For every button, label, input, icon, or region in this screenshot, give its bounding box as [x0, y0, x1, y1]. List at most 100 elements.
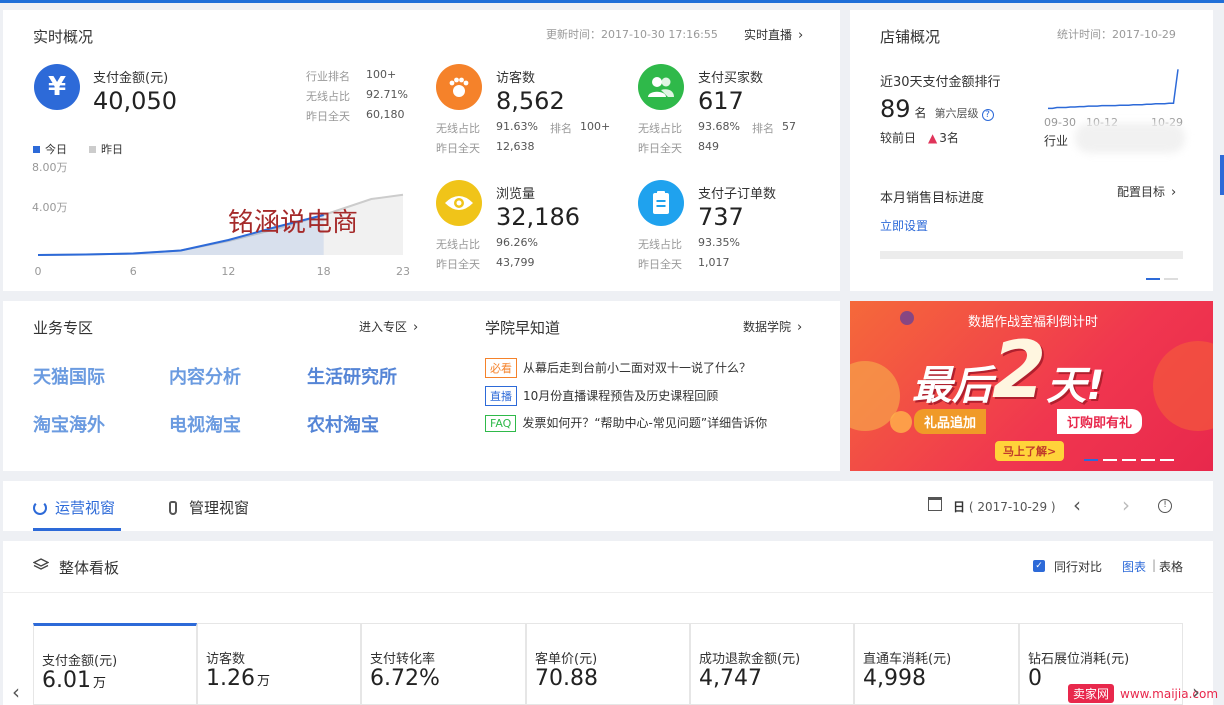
- top-accent-line: [0, 0, 1224, 3]
- carousel-indicator[interactable]: [1164, 278, 1178, 280]
- biz-tmall-global[interactable]: 天猫国际: [33, 363, 105, 389]
- info-icon[interactable]: !: [1158, 499, 1172, 513]
- kpi-prev-button[interactable]: ‹: [12, 680, 20, 704]
- kpi-label: 直通车消耗(元): [863, 652, 952, 667]
- pay-amount-value: 40,050: [93, 87, 177, 115]
- banner-bubble: [900, 311, 914, 325]
- kpi-card-conversion[interactable]: 支付转化率 6.72%: [361, 623, 526, 705]
- kpi-card-avg-price[interactable]: 客单价(元) 70.88: [526, 623, 690, 705]
- carousel-indicator[interactable]: [1146, 278, 1160, 280]
- kpi-card-refund[interactable]: 成功退款金额(元) 4,747: [690, 623, 854, 705]
- biz-life-institute[interactable]: 生活研究所: [307, 363, 397, 389]
- academy-title: 学院早知道: [485, 319, 561, 337]
- realtime-title: 实时概况: [33, 28, 94, 46]
- tab-active-underline: [33, 528, 121, 531]
- kpi-value: 6.72%: [370, 666, 440, 691]
- visitors-rank-value: 100+: [580, 120, 611, 133]
- realtime-card: 实时概况 更新时间：2017-10-30 17:16:55 实时直播 › ¥ 支付…: [3, 10, 840, 291]
- pageviews-yesterday-label: 昨日全天: [436, 258, 480, 271]
- tab-management[interactable]: 管理视窗: [169, 497, 249, 518]
- date-selector[interactable]: 日 ( 2017-10-29 ): [953, 498, 1056, 515]
- legend-today[interactable]: 今日: [33, 141, 67, 157]
- banner-bubble: [1153, 341, 1213, 431]
- kpi-card-ztc[interactable]: 直通车消耗(元) 4,998: [854, 623, 1019, 705]
- live-link[interactable]: 实时直播 ›: [744, 26, 803, 43]
- banner-cta-button[interactable]: 马上了解>: [995, 441, 1065, 461]
- kpi-next-button[interactable]: ›: [1192, 680, 1200, 704]
- view-chart-link[interactable]: 图表: [1122, 558, 1146, 575]
- peer-compare-label: 同行对比: [1054, 560, 1103, 574]
- kpi-card-visitors[interactable]: 访客数 1.26 万: [197, 623, 361, 705]
- shop-trend-chart: [1048, 69, 1179, 110]
- carousel-dot: [1160, 459, 1174, 461]
- suborders-wireless-value: 93.35%: [698, 236, 740, 249]
- banner-dots: [1084, 459, 1174, 461]
- yuan-icon: ¥: [34, 64, 80, 110]
- suborders-yesterday-value: 1,017: [698, 256, 730, 269]
- kpi-value: 4,998: [863, 666, 926, 691]
- y-tick-label: 4.00万: [32, 201, 68, 214]
- pageviews-wireless-label: 无线占比: [436, 238, 480, 251]
- setup-now-link[interactable]: 立即设置: [880, 217, 928, 234]
- promo-banner[interactable]: 数据作战室福利倒计时 最后 2 天! 礼品追加 订购即有礼 马上了解>: [850, 301, 1213, 471]
- carousel-dot: [1141, 459, 1155, 461]
- dashboard-title: 整体看板: [59, 559, 120, 577]
- layers-icon: [32, 558, 50, 572]
- calendar-icon[interactable]: [928, 497, 942, 511]
- buyers-wireless-label: 无线占比: [638, 122, 682, 135]
- x-tick-label: 18: [317, 265, 331, 278]
- pay-rank-label: 行业排名: [306, 70, 350, 83]
- kpi-value: 4,747: [699, 666, 762, 691]
- peer-compare-checkbox[interactable]: ✓: [1033, 560, 1045, 572]
- config-goal-link[interactable]: 配置目标 ›: [1117, 183, 1176, 200]
- view-tabs-bar: 运营视窗 管理视窗 日 ( 2017-10-29 ) ‹ › !: [3, 481, 1213, 531]
- legend-yesterday[interactable]: 昨日: [89, 141, 123, 157]
- business-card: 业务专区 进入专区 › 天猫国际 内容分析 生活研究所 淘宝海外 电视淘宝 农村淘…: [3, 301, 840, 471]
- buyers-value: 617: [698, 87, 744, 115]
- banner-left-badge: 礼品追加: [914, 409, 987, 434]
- enter-zone-link[interactable]: 进入专区 ›: [359, 318, 418, 335]
- biz-tv-taobao[interactable]: 电视淘宝: [169, 411, 241, 437]
- users-icon: [638, 64, 684, 110]
- refresh-icon: [33, 500, 47, 515]
- kpi-label: 客单价(元): [535, 652, 598, 667]
- compare-row: 较前日 ▲ 3名: [880, 130, 959, 146]
- buyers-label: 支付买家数: [698, 71, 764, 86]
- biz-taobao-overseas[interactable]: 淘宝海外: [33, 411, 105, 437]
- news-item[interactable]: 必看 从幕后走到台前小二面对双十一说了什么？: [485, 358, 751, 378]
- next-date-button[interactable]: ›: [1122, 493, 1130, 517]
- arrow-up-icon: ▲: [928, 130, 938, 145]
- view-separator: |: [1152, 558, 1157, 572]
- business-title: 业务专区: [33, 319, 94, 337]
- kpi-label: 支付金额(元): [42, 654, 118, 669]
- visitors-value: 8,562: [496, 87, 565, 115]
- news-item[interactable]: 直播 10月份直播课程预告及历史课程回顾: [485, 386, 718, 406]
- level-label: 第六层级: [934, 107, 979, 120]
- kpi-label: 访客数: [206, 652, 246, 667]
- kpi-card-pay[interactable]: 支付金额(元) 6.01 万: [33, 623, 197, 705]
- buyers-rank-label: 排名: [752, 122, 774, 135]
- watermark-text: 铭涵说电商: [228, 208, 359, 238]
- biz-content-analysis[interactable]: 内容分析: [169, 363, 241, 389]
- tab-operation[interactable]: 运营视窗: [33, 497, 115, 518]
- chevron-right-icon: ›: [797, 320, 803, 335]
- chevron-right-icon: ›: [1171, 185, 1177, 200]
- kpi-label: 钻石展位消耗(元): [1028, 652, 1130, 667]
- news-item[interactable]: FAQ 发票如何开？“帮助中心-常见问题”详细告诉你: [485, 414, 767, 432]
- suborders-wireless-label: 无线占比: [638, 238, 682, 251]
- biz-rural-taobao[interactable]: 农村淘宝: [307, 411, 379, 437]
- buyers-yesterday-label: 昨日全天: [638, 142, 682, 155]
- trend-tick-1: 09-30: [1044, 116, 1076, 129]
- shop-stat-time: 统计时间：2017-10-29: [1057, 28, 1176, 41]
- view-table-link[interactable]: 表格: [1159, 558, 1183, 575]
- buyers-wireless-value: 93.68%: [698, 120, 740, 133]
- data-academy-link[interactable]: 数据学院 ›: [743, 318, 802, 335]
- buyers-yesterday-value: 849: [698, 140, 719, 153]
- pay-yesterday-value: 60,180: [366, 108, 405, 121]
- pay-wireless-value: 92.71%: [366, 88, 408, 101]
- medal-icon: [169, 500, 177, 515]
- prev-date-button[interactable]: ‹: [1073, 493, 1081, 517]
- x-tick-label: 0: [35, 265, 42, 278]
- help-icon[interactable]: ?: [981, 109, 994, 121]
- buyers-rank-value: 57: [782, 120, 796, 133]
